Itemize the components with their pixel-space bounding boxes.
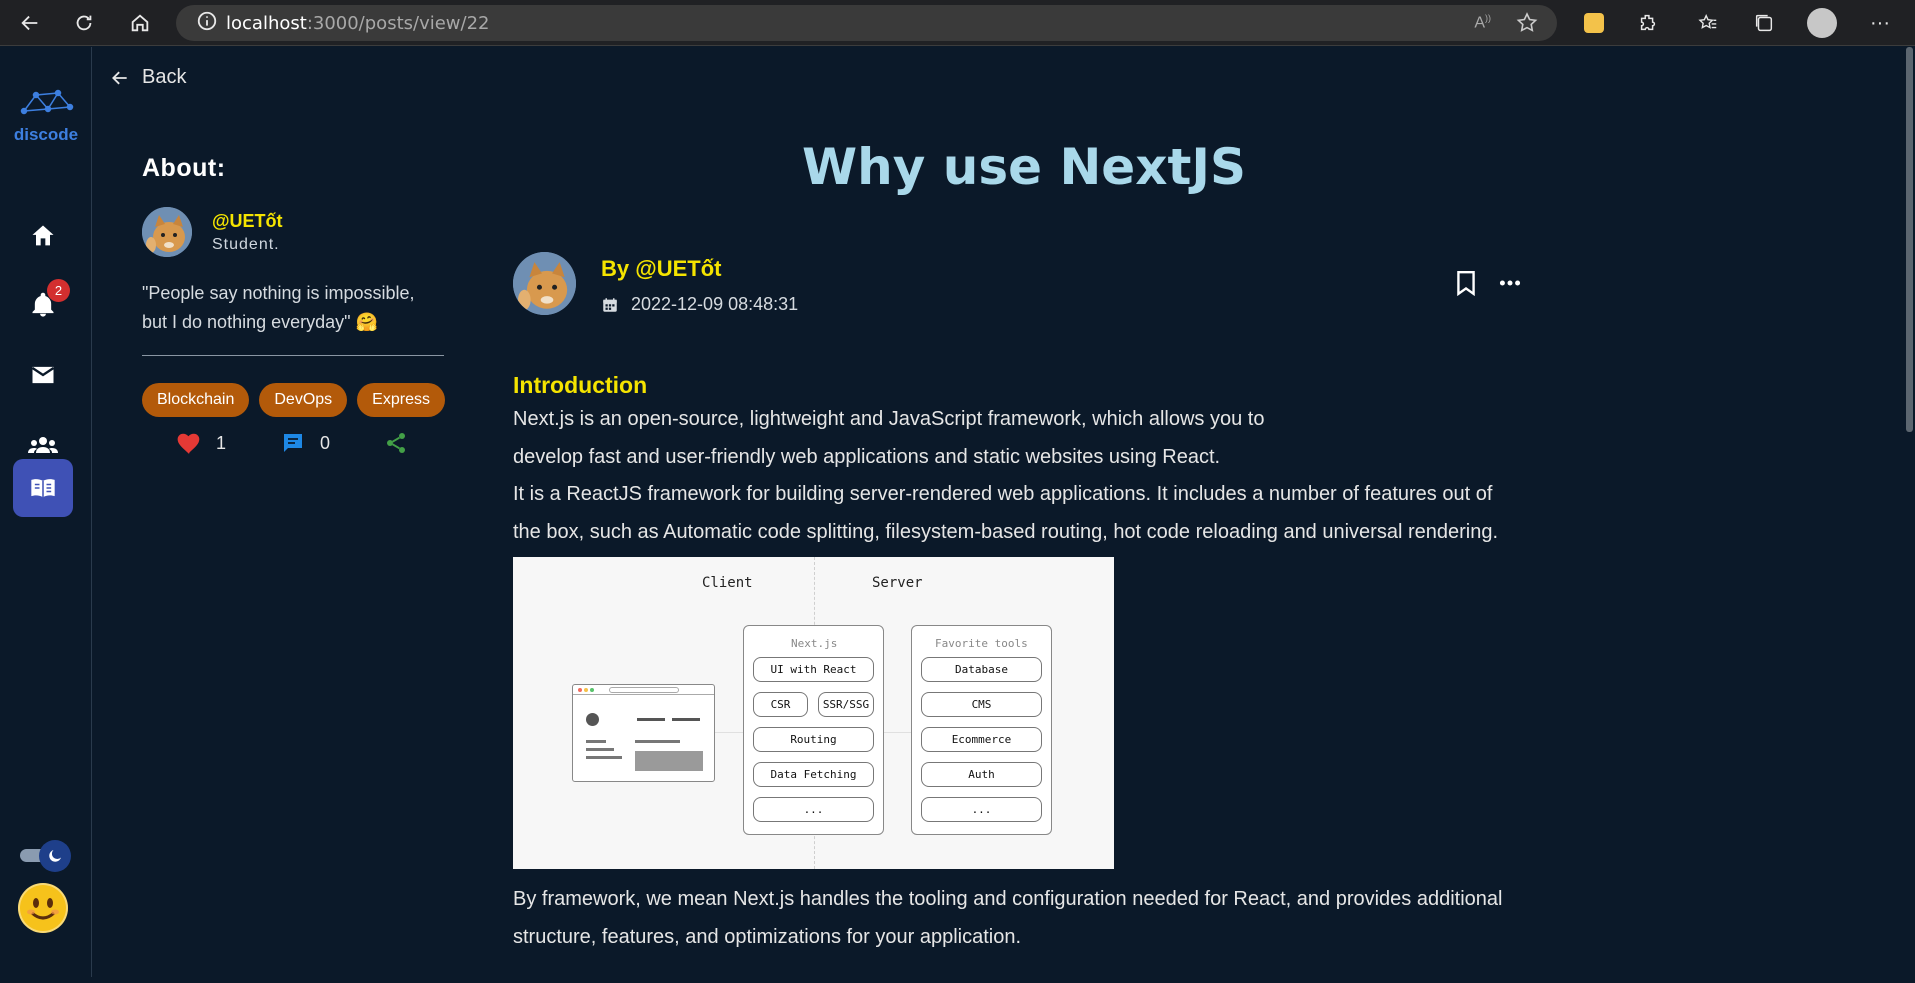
nav-notifications[interactable]: 2 xyxy=(13,276,73,334)
figure-tools-item: Auth xyxy=(921,762,1042,787)
page-scrollbar[interactable] xyxy=(1906,47,1913,432)
more-options-icon[interactable] xyxy=(1497,270,1523,296)
tag-chip[interactable]: DevOps xyxy=(259,383,348,417)
share-button[interactable] xyxy=(384,431,408,455)
smiley-face-icon xyxy=(27,898,59,920)
author-card: @UETốt Student. xyxy=(142,207,444,257)
extensions-puzzle-icon[interactable] xyxy=(1632,7,1664,39)
back-label: Back xyxy=(142,66,187,88)
user-avatar[interactable] xyxy=(18,883,68,933)
figure-nextjs-item: SSR/SSG xyxy=(818,692,874,717)
browser-toolbar: localhost:3000/posts/view/22 A)) ··· xyxy=(0,0,1915,46)
arrow-left-icon xyxy=(112,71,127,84)
byline-author[interactable]: By @UETốt xyxy=(601,256,721,282)
author-avatar[interactable] xyxy=(142,207,192,257)
book-icon xyxy=(31,479,55,498)
mail-icon xyxy=(31,366,55,384)
like-button[interactable]: 1 xyxy=(176,431,226,455)
author-avatar-large[interactable] xyxy=(513,252,576,315)
about-panel: About: @UETốt Student. "People say nothi… xyxy=(142,154,445,455)
section-heading: Introduction xyxy=(513,372,648,398)
figure-nextjs-item: Data Fetching xyxy=(753,762,874,787)
post-title: Why use NextJS xyxy=(802,138,1246,196)
nav-posts[interactable] xyxy=(13,459,73,517)
comment-icon xyxy=(284,434,303,452)
post-actions xyxy=(1455,270,1523,296)
add-favorite-icon[interactable] xyxy=(1515,11,1539,40)
people-icon xyxy=(28,437,58,453)
comment-button[interactable]: 0 xyxy=(280,431,330,455)
figure-nextjs-item: CSR xyxy=(753,692,808,717)
bookmark-icon[interactable] xyxy=(1455,270,1477,296)
nav-messages[interactable] xyxy=(13,346,73,404)
paragraph: It is a ReactJS framework for building s… xyxy=(513,483,1499,543)
divider xyxy=(142,355,444,356)
refresh-icon[interactable] xyxy=(68,7,100,39)
address-bar[interactable]: localhost:3000/posts/view/22 A)) xyxy=(176,5,1557,41)
calendar-icon xyxy=(603,297,617,312)
more-menu-icon[interactable]: ··· xyxy=(1864,7,1896,39)
figure-tools-item: CMS xyxy=(921,692,1042,717)
read-aloud-icon[interactable]: A)) xyxy=(1474,13,1491,32)
figure-server-label: Server xyxy=(872,575,923,591)
post-date-text: 2022-12-09 08:48:31 xyxy=(631,294,799,314)
nav-home[interactable] xyxy=(13,207,73,265)
post-byline: By @UETốt 2022-12-09 08:48:31 xyxy=(513,252,1523,316)
back-button[interactable]: Back xyxy=(110,66,186,89)
constellation-logo-icon xyxy=(20,89,74,115)
left-nav-rail: discode 2 xyxy=(0,47,92,977)
heart-icon xyxy=(177,433,200,454)
home-icon xyxy=(32,225,54,246)
figure-browser-mock xyxy=(572,684,715,782)
share-icon xyxy=(387,433,406,453)
favorites-icon[interactable] xyxy=(1692,7,1724,39)
figure-tools-item: Ecommerce xyxy=(921,727,1042,752)
figure-nextjs-item: UI with React xyxy=(753,657,874,682)
tag-chip[interactable]: Blockchain xyxy=(142,383,250,417)
figure-tools-item: Database xyxy=(921,657,1042,682)
figure-nextjs-head: Next.js xyxy=(791,637,838,650)
figure-client-label: Client xyxy=(702,575,753,591)
like-count: 1 xyxy=(216,432,227,453)
post-date: 2022-12-09 08:48:31 xyxy=(601,294,798,315)
nextjs-architecture-figure: Client Server Next.js UI with React CSR … xyxy=(513,557,1114,869)
figure-nextjs-item: ... xyxy=(753,797,874,822)
author-handle[interactable]: @UETốt xyxy=(212,211,283,232)
back-arrow-icon[interactable] xyxy=(14,7,46,39)
collections-icon[interactable] xyxy=(1748,7,1780,39)
author-role: Student. xyxy=(212,235,280,253)
discode-logo[interactable]: discode xyxy=(8,87,84,145)
paragraph: By framework, we mean Next.js handles th… xyxy=(513,888,1503,948)
notification-badge: 2 xyxy=(47,279,70,302)
moon-icon xyxy=(39,840,71,872)
url-text: localhost:3000/posts/view/22 xyxy=(226,12,490,34)
comment-count: 0 xyxy=(320,432,331,453)
logo-text: discode xyxy=(13,125,79,144)
site-info-icon[interactable] xyxy=(196,10,226,37)
figure-tools-item: ... xyxy=(921,797,1042,822)
tag-list: Blockchain DevOps Express xyxy=(142,383,445,417)
tag-chip[interactable]: Express xyxy=(357,383,445,417)
post-stats: 1 0 xyxy=(142,431,444,455)
paragraph-line: Next.js is an open-source, lightweight a… xyxy=(513,408,1265,430)
profile-avatar-icon[interactable] xyxy=(1807,8,1837,38)
home-icon[interactable] xyxy=(124,7,156,39)
post-content: Introduction Next.js is an open-source, … xyxy=(513,372,1523,949)
extension-icon[interactable] xyxy=(1578,7,1610,39)
dark-mode-toggle[interactable] xyxy=(20,840,72,872)
about-heading: About: xyxy=(142,154,226,182)
paragraph-line: develop fast and user-friendly web appli… xyxy=(513,445,1221,468)
author-quote: "People say nothing is impossible, but I… xyxy=(142,283,415,332)
figure-tools-head: Favorite tools xyxy=(935,637,1028,650)
figure-nextjs-item: Routing xyxy=(753,727,874,752)
